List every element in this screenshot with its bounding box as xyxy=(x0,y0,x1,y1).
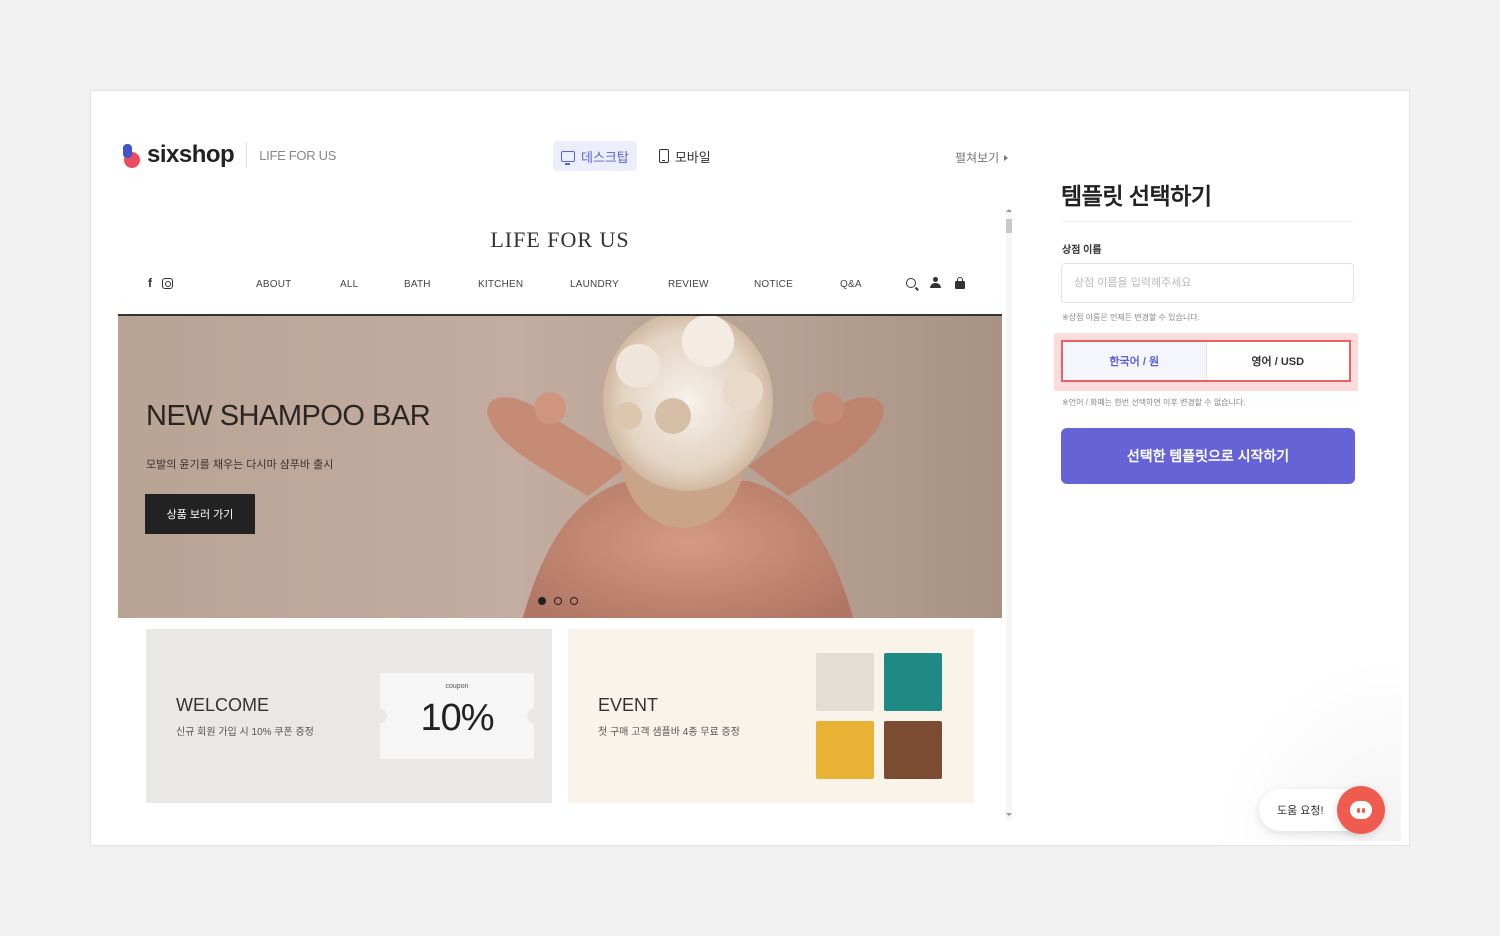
instagram-icon[interactable] xyxy=(162,277,173,289)
soap-swatch xyxy=(816,653,874,711)
welcome-subtitle: 신규 회원 가입 시 10% 쿠폰 증정 xyxy=(176,727,314,738)
expand-preview-link[interactable]: 펼쳐보기 xyxy=(955,149,1009,166)
language-hint: ※언어 / 화폐는 한번 선택하면 이후 변경할 수 없습니다. xyxy=(1062,398,1246,407)
hero-image xyxy=(487,316,884,618)
mobile-view-label: 모바일 xyxy=(674,149,711,165)
menu-item-all[interactable]: ALL xyxy=(340,279,358,290)
start-template-button[interactable]: 선택한 템플릿으로 시작하기 xyxy=(1061,428,1355,484)
soap-swatch xyxy=(884,653,942,711)
logo-divider xyxy=(246,142,248,168)
slider-dot[interactable] xyxy=(554,597,562,605)
lang-option-english[interactable]: 영어 / USD xyxy=(1207,342,1350,380)
search-icon[interactable] xyxy=(906,278,916,288)
hero-shop-button[interactable]: 상품 보러 가기 xyxy=(145,494,255,534)
social-links: f xyxy=(148,277,173,289)
user-icon[interactable] xyxy=(930,277,941,289)
event-title: EVENT xyxy=(598,695,659,715)
store-name-label: LIFE FOR US xyxy=(259,147,337,163)
phone-icon xyxy=(658,149,669,163)
menu-item-qna[interactable]: Q&A xyxy=(840,279,862,290)
menu-item-notice[interactable]: NOTICE xyxy=(754,279,793,290)
welcome-title: WELCOME xyxy=(176,695,270,715)
language-currency-selector: 한국어 / 원 영어 / USD xyxy=(1061,340,1351,382)
event-subtitle: 첫 구매 고객 샘플바 4종 무료 증정 xyxy=(598,727,740,738)
panel-divider xyxy=(1061,221,1353,222)
menu-item-about[interactable]: ABOUT xyxy=(256,279,291,290)
nav-icons xyxy=(906,277,965,289)
triangle-right-icon xyxy=(1004,154,1009,161)
template-selection-window: sixshop LIFE FOR US 데스크탑 모바일 펼쳐보기 LIFE F… xyxy=(90,90,1410,846)
lang-option-korean[interactable]: 한국어 / 원 xyxy=(1063,342,1207,380)
menu-item-review[interactable]: REVIEW xyxy=(668,279,709,290)
mobile-view-button[interactable]: 모바일 xyxy=(651,141,719,171)
store-name-field-label: 상점 이름 xyxy=(1062,245,1102,256)
menu-item-kitchen[interactable]: KITCHEN xyxy=(478,279,523,290)
desktop-view-label: 데스크탑 xyxy=(581,149,629,165)
template-preview: LIFE FOR US f ABOUT ALL BATH KITCHEN LAU… xyxy=(118,209,1002,825)
soap-swatch xyxy=(816,721,874,779)
brand-name: sixshop xyxy=(147,141,235,168)
desktop-view-button[interactable]: 데스크탑 xyxy=(553,141,637,171)
facebook-icon[interactable]: f xyxy=(148,277,152,289)
help-chat-button[interactable] xyxy=(1337,786,1385,834)
hero-heading: NEW SHAMPOO BAR xyxy=(146,400,431,432)
hero-banner: NEW SHAMPOO BAR 모발의 윤기를 채우는 다시마 샴푸바 출시 상… xyxy=(118,314,1002,618)
scroll-down-arrow-icon[interactable] xyxy=(1006,813,1012,816)
sixshop-logo-icon xyxy=(121,142,141,168)
monitor-icon xyxy=(561,150,575,165)
coupon-value: 10% xyxy=(420,697,494,739)
shopping-bag-icon[interactable] xyxy=(955,277,965,289)
scroll-up-arrow-icon[interactable] xyxy=(1006,209,1012,212)
scrollbar-track xyxy=(1006,209,1012,821)
panel-title: 템플릿 선택하기 xyxy=(1061,183,1212,209)
expand-label: 펼쳐보기 xyxy=(955,151,1000,165)
chat-icon xyxy=(1350,801,1372,819)
coupon-label: coupon xyxy=(445,683,469,690)
soap-swatch xyxy=(884,721,942,779)
slider-dot[interactable] xyxy=(538,597,546,605)
store-name-hint: ※상점 이름은 언제든 변경할 수 있습니다. xyxy=(1062,313,1200,322)
hero-subtitle: 모발의 윤기를 채우는 다시마 샴푸바 출시 xyxy=(146,459,334,471)
preview-site-title: LIFE FOR US xyxy=(490,227,630,252)
scrollbar-thumb[interactable] xyxy=(1006,219,1012,233)
preview-scrollbar[interactable] xyxy=(1004,209,1014,825)
menu-item-bath[interactable]: BATH xyxy=(404,279,431,290)
slider-dots xyxy=(538,597,578,605)
view-toggle: 데스크탑 모바일 xyxy=(553,141,719,171)
store-name-input[interactable] xyxy=(1061,263,1354,303)
slider-dot[interactable] xyxy=(570,597,578,605)
coupon-ticket: coupon 10% xyxy=(373,673,541,759)
preview-nav: f ABOUT ALL BATH KITCHEN LAUNDRY REVIEW … xyxy=(118,275,1002,297)
help-request-label: 도움 요청! xyxy=(1277,805,1324,817)
sixshop-logo[interactable]: sixshop LIFE FOR US xyxy=(121,141,336,169)
menu-item-laundry[interactable]: LAUNDRY xyxy=(570,279,619,290)
welcome-card[interactable]: WELCOME 신규 회원 가입 시 10% 쿠폰 증정 coupon 10% xyxy=(146,629,552,803)
event-card[interactable]: EVENT 첫 구매 고객 샘플바 4종 무료 증정 xyxy=(568,629,974,803)
